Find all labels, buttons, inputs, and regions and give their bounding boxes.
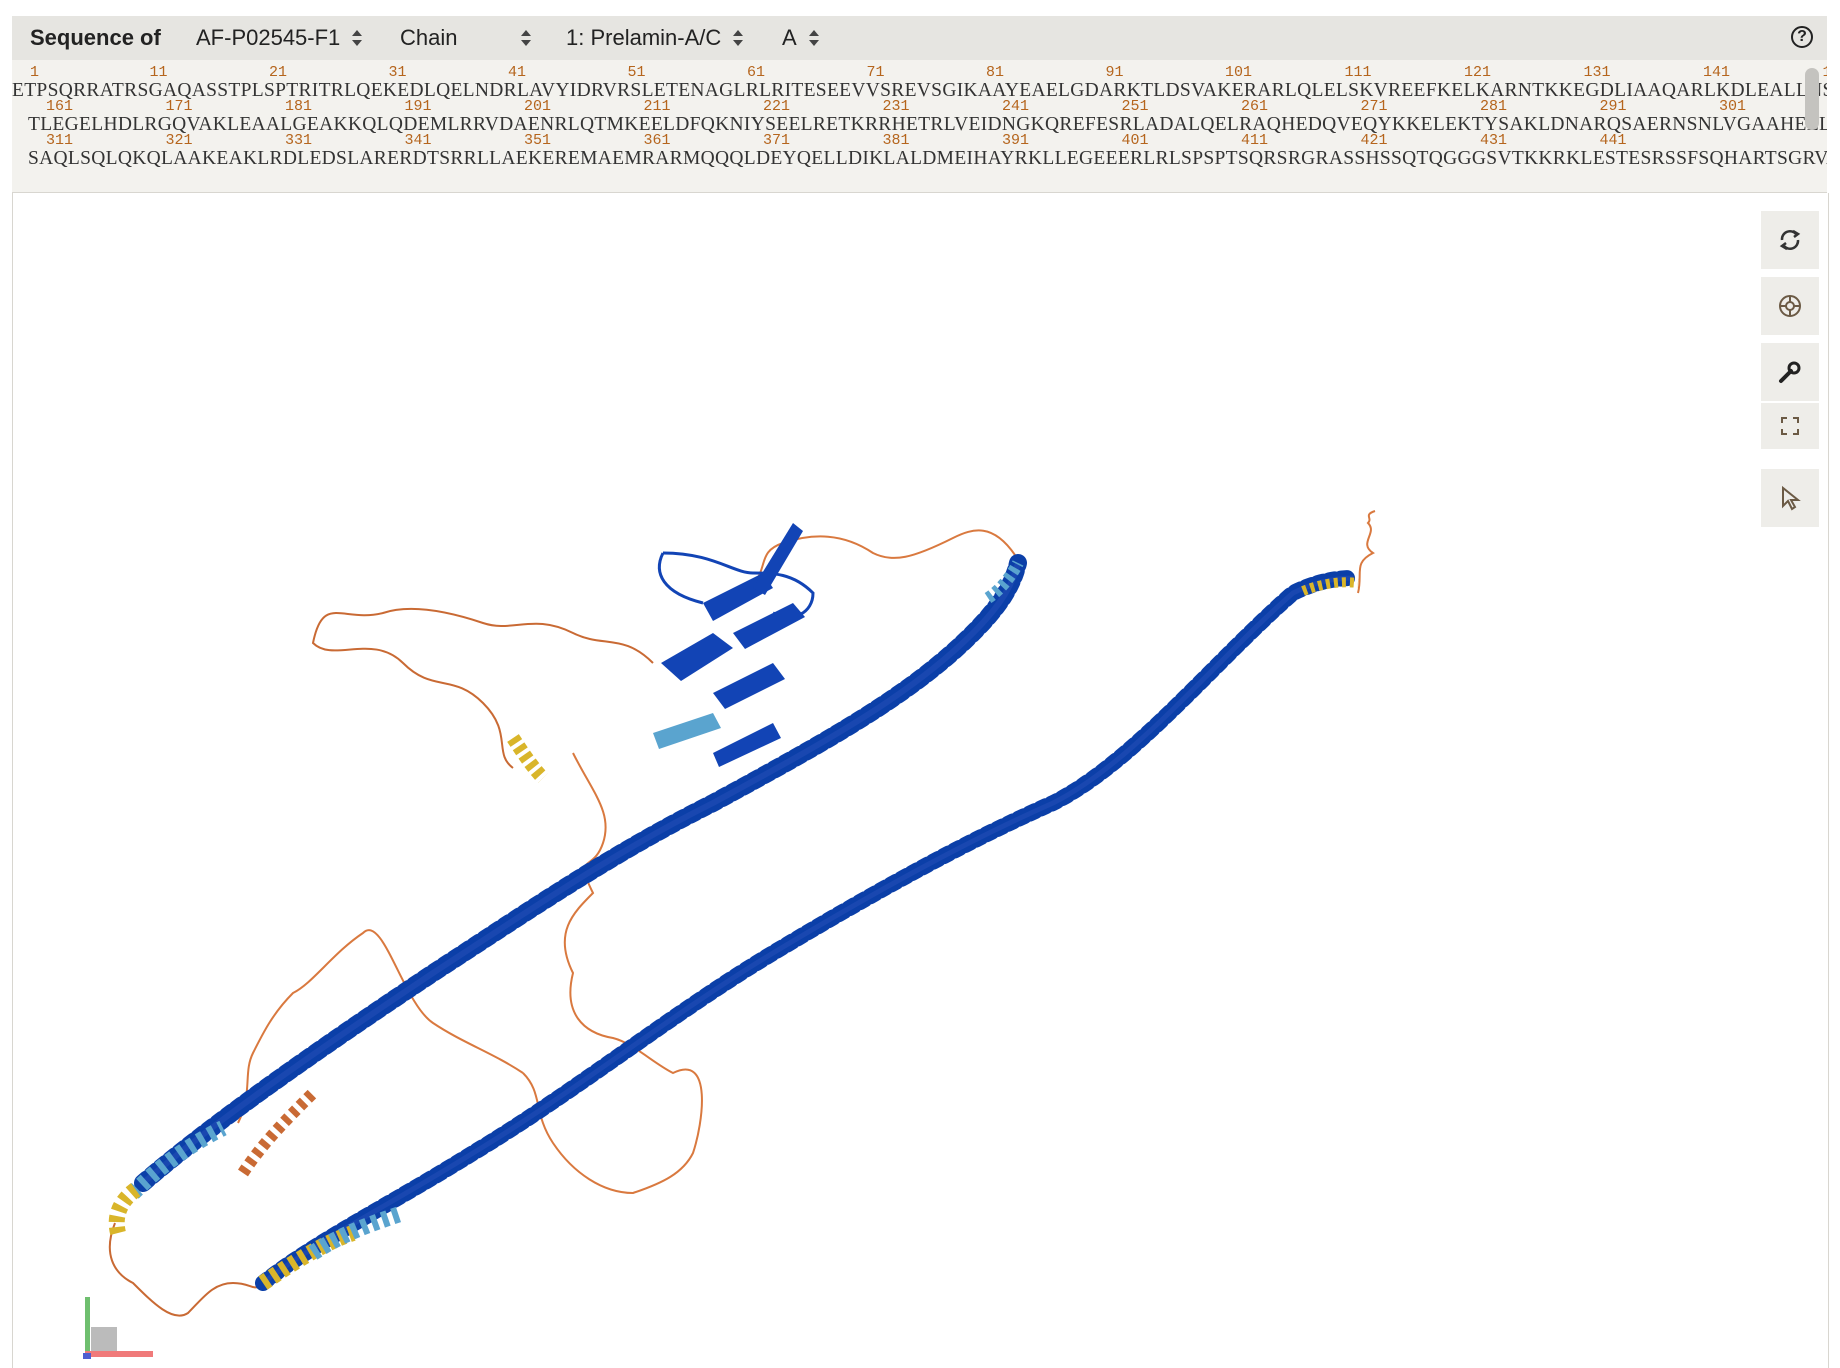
- sequence-position-number: 411: [1241, 132, 1269, 149]
- sequence-position-number: 351: [524, 132, 552, 149]
- sequence-position-number: 181: [285, 98, 313, 115]
- sequence-position-number: 431: [1480, 132, 1508, 149]
- sequence-position-number: 331: [285, 132, 313, 149]
- fullscreen-icon: [1781, 417, 1799, 435]
- sequence-position-number: 191: [404, 98, 432, 115]
- sequence-position-number: 51: [627, 64, 646, 81]
- sequence-position-number: 211: [643, 98, 671, 115]
- sequence-position-number: 291: [1599, 98, 1627, 115]
- sequence-of-label: Sequence of: [30, 25, 161, 50]
- beta-sheet-domain: [653, 523, 815, 767]
- selection-mode-button[interactable]: [1761, 469, 1819, 527]
- sequence-position-number: 241: [1002, 98, 1030, 115]
- sequence-position-number: 341: [404, 132, 432, 149]
- sequence-position-number: 271: [1360, 98, 1388, 115]
- sequence-position-number: 11: [149, 64, 168, 81]
- asym-select-value: A: [782, 25, 797, 50]
- type-select[interactable]: Chain: [400, 25, 532, 51]
- sequence-position-number: 71: [866, 64, 885, 81]
- protein-structure-render[interactable]: [13, 193, 1828, 1368]
- selection-mode-icon: [1782, 485, 1801, 511]
- sequence-position-number: 371: [763, 132, 791, 149]
- sequence-position-number: 391: [1002, 132, 1030, 149]
- updown-caret-icon: [808, 30, 819, 46]
- sequence-position-number: 281: [1480, 98, 1508, 115]
- sequence-position-number: 61: [747, 64, 766, 81]
- settings-wrench-icon: [1779, 361, 1801, 383]
- sequence-scrollbar[interactable]: [1805, 68, 1819, 130]
- alpha-helix-segment: [108, 1181, 143, 1235]
- disordered-loop: [311, 607, 654, 769]
- sequence-position-number: 401: [1121, 132, 1149, 149]
- sequence-position-number: 1: [30, 64, 40, 81]
- chain-select[interactable]: 1: Prelamin-A/C: [566, 25, 744, 51]
- orientation-axes-icon: [83, 1297, 153, 1359]
- sequence-position-number: 361: [643, 132, 671, 149]
- type-select-value: Chain: [400, 25, 458, 50]
- entry-select-value: AF-P02545-F1: [196, 25, 341, 50]
- entry-select[interactable]: AF-P02545-F1: [196, 25, 363, 51]
- screenshot-button[interactable]: [1761, 277, 1819, 335]
- sequence-position-number: 101: [1225, 64, 1253, 81]
- low-confidence-helix: [507, 734, 549, 783]
- asym-select[interactable]: A: [782, 25, 819, 51]
- sequence-position-number: 221: [763, 98, 791, 115]
- updown-caret-icon: [352, 30, 363, 46]
- sequence-toolbar: Sequence of AF-P02545-F1 Chain 1: Prelam…: [12, 16, 1827, 60]
- sequence-panel: 1112131415161718191101111121131141151ETP…: [12, 60, 1827, 193]
- structure-viewer[interactable]: [12, 193, 1829, 1368]
- updown-caret-icon: [733, 30, 744, 46]
- sequence-position-number: 311: [46, 132, 74, 149]
- sequence-position-number: 141: [1703, 64, 1731, 81]
- sequence-position-number: 261: [1241, 98, 1269, 115]
- updown-caret-icon: [521, 30, 532, 46]
- sequence-position-number: 161: [46, 98, 74, 115]
- disordered-loop: [1357, 510, 1376, 594]
- sequence-position-number: 91: [1105, 64, 1124, 81]
- sequence-position-number: 421: [1360, 132, 1388, 149]
- sequence-position-number: 121: [1464, 64, 1492, 81]
- sequence-position-number: 301: [1719, 98, 1747, 115]
- sequence-position-number: 81: [986, 64, 1005, 81]
- sequence-position-number: 111: [1344, 64, 1372, 81]
- sequence-position-number: 251: [1121, 98, 1149, 115]
- sequence-position-number: 321: [165, 132, 193, 149]
- sequence-position-number: 201: [524, 98, 552, 115]
- reset-camera-icon: [1779, 229, 1801, 251]
- sequence-position-number: 151: [1823, 64, 1828, 81]
- disordered-loop: [237, 929, 524, 1124]
- help-icon[interactable]: ?: [1791, 26, 1813, 48]
- sequence-position-number: 231: [882, 98, 910, 115]
- sequence-position-number: 21: [269, 64, 288, 81]
- sequence-position-number: 381: [882, 132, 910, 149]
- screenshot-icon: [1779, 295, 1801, 317]
- chain-select-value: 1: Prelamin-A/C: [566, 25, 722, 50]
- sequence-position-number: 171: [165, 98, 193, 115]
- sequence-position-number: 131: [1583, 64, 1611, 81]
- fullscreen-button[interactable]: [1761, 403, 1819, 449]
- sequence-position-number: 31: [388, 64, 407, 81]
- sequence-position-number: 41: [508, 64, 527, 81]
- settings-button[interactable]: [1761, 343, 1819, 401]
- sequence-position-number: 441: [1599, 132, 1627, 149]
- reset-camera-button[interactable]: [1761, 211, 1819, 269]
- sequence-residues[interactable]: SAQLSQLQKQLAAKEAKLRDLEDSLARERDTSRRLLAEKE…: [28, 148, 1827, 170]
